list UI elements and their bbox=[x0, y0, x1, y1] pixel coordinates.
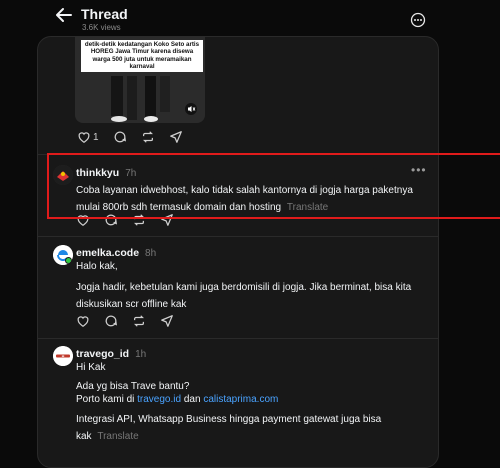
repost-icon bbox=[142, 131, 153, 143]
text-fragment: Porto kami di bbox=[76, 394, 138, 405]
translate-link[interactable]: Translate bbox=[97, 431, 138, 442]
send-icon bbox=[169, 131, 182, 143]
reply-actions bbox=[76, 314, 174, 328]
divider bbox=[38, 338, 438, 339]
view-count: 3.6K views bbox=[82, 23, 121, 32]
link-travego[interactable]: travego.id bbox=[137, 394, 181, 405]
timestamp: 1h bbox=[135, 349, 147, 360]
video-caption: detik-detik kedatangan Koko Seto artis H… bbox=[81, 40, 203, 72]
comment-icon bbox=[114, 131, 126, 143]
comment-icon bbox=[105, 315, 117, 327]
share-button[interactable] bbox=[160, 314, 174, 328]
like-button[interactable] bbox=[76, 314, 90, 328]
page-title: Thread bbox=[81, 6, 128, 22]
like-count: 1 bbox=[93, 131, 99, 143]
comment-button[interactable] bbox=[104, 314, 118, 328]
back-arrow-icon[interactable] bbox=[54, 6, 74, 24]
reply-header: emelka.code 8h bbox=[76, 245, 156, 259]
video-frame-figures bbox=[111, 76, 170, 122]
svg-text:▬: ▬ bbox=[62, 354, 65, 358]
reply-text-line: Porto kami di travego.id dan calistaprim… bbox=[76, 391, 278, 408]
like-button[interactable]: 1 bbox=[77, 130, 99, 144]
repost-button[interactable] bbox=[141, 130, 155, 144]
heart-icon bbox=[77, 316, 89, 327]
heart-icon bbox=[78, 132, 90, 143]
text-fragment: dan bbox=[181, 394, 204, 405]
timestamp: 8h bbox=[145, 248, 157, 259]
repost-icon bbox=[134, 315, 144, 327]
reply-text-line: Hi Kak bbox=[76, 362, 106, 373]
send-icon bbox=[161, 315, 173, 327]
reply-text-line: Jogja hadir, kebetulan kami juga berdomi… bbox=[76, 282, 412, 310]
link-calistaprima[interactable]: calistaprima.com bbox=[203, 394, 278, 405]
mute-icon[interactable] bbox=[185, 103, 197, 115]
highlight-box bbox=[47, 153, 500, 219]
post-video[interactable]: detik-detik kedatangan Koko Seto artis H… bbox=[75, 36, 205, 123]
post-actions: 1 bbox=[77, 130, 183, 144]
reply-text-line: Halo kak, bbox=[76, 261, 118, 272]
avatar[interactable]: ▬ bbox=[53, 346, 73, 366]
reply-header: travego_id 1h bbox=[76, 346, 146, 360]
avatar[interactable] bbox=[53, 245, 73, 265]
more-options-icon[interactable] bbox=[410, 12, 426, 28]
divider bbox=[38, 236, 438, 237]
reply-text-line: Integrasi API, Whatsapp Business hingga … bbox=[76, 411, 396, 445]
repost-button[interactable] bbox=[132, 314, 146, 328]
comment-button[interactable] bbox=[113, 130, 127, 144]
share-button[interactable] bbox=[169, 130, 183, 144]
